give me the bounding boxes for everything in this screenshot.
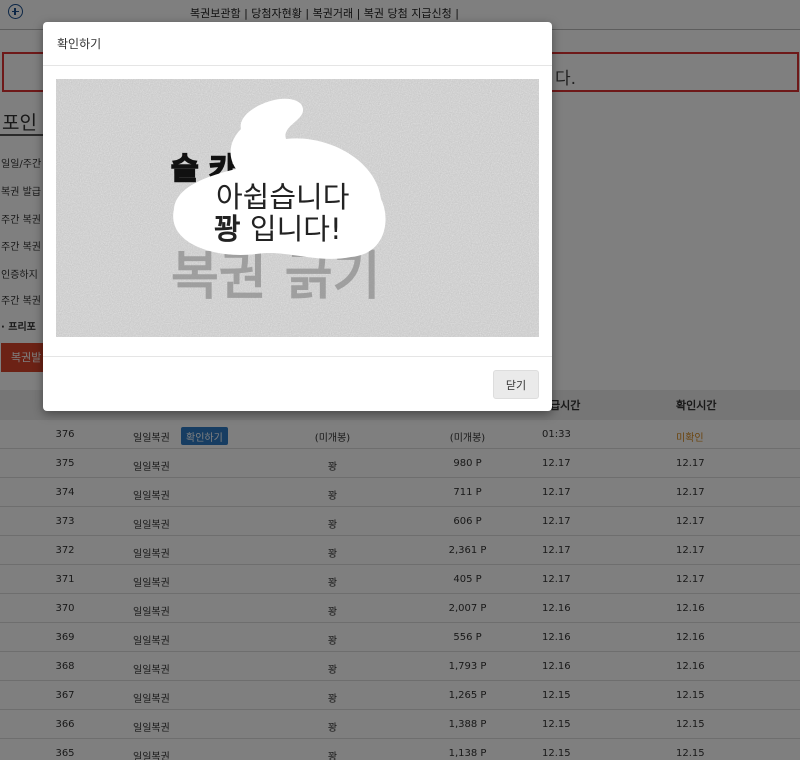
modal-footer: 닫기: [43, 356, 552, 411]
result-line-2: 꽝 입니다!: [214, 212, 342, 246]
result-line-1: 아쉽습니다: [216, 180, 349, 214]
modal-title: 확인하기: [57, 37, 102, 51]
scratch-card[interactable]: 복권 긁기 슬 카지노 아쉽습니다 꽝 입니다!: [56, 79, 539, 337]
modal-body: 복권 긁기 슬 카지노 아쉽습니다 꽝 입니다!: [56, 79, 539, 337]
modal-header: 확인하기: [43, 22, 552, 66]
confirm-modal: 확인하기 복권 긁기 슬 카지노 아쉽습니다 꽝 입니다! 닫기: [43, 22, 552, 411]
close-button[interactable]: 닫기: [493, 370, 539, 399]
result-bold: 꽝: [214, 212, 241, 246]
result-rest: 입니다!: [241, 212, 342, 246]
